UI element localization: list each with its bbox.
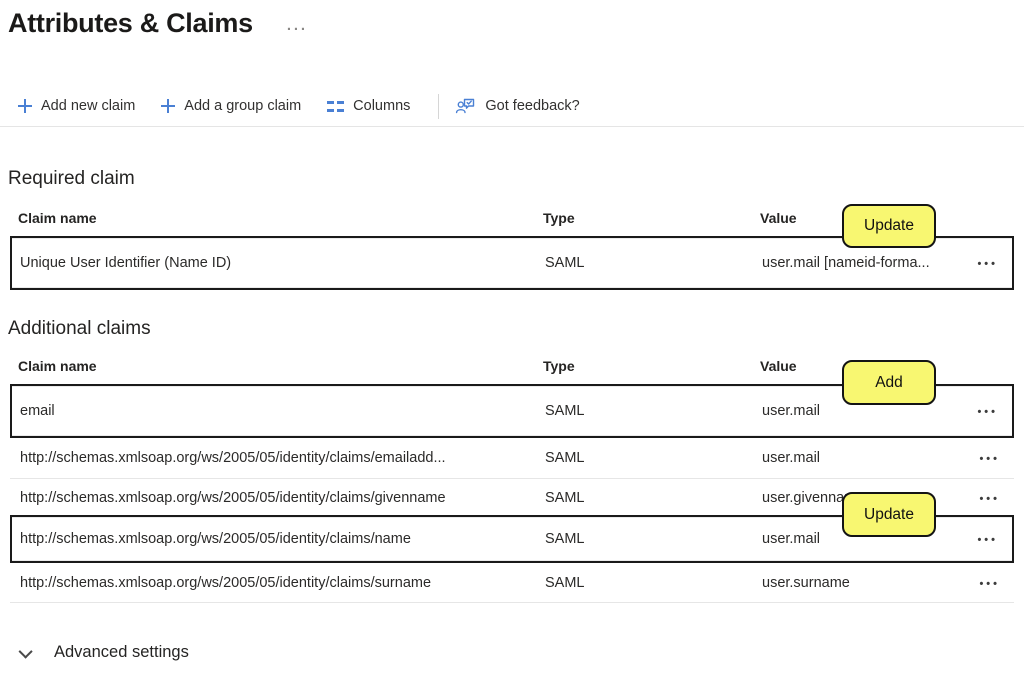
chevron-down-icon xyxy=(19,644,33,658)
claim-value-cell: user.mail [nameid-forma... xyxy=(762,255,956,271)
claim-name-cell: http://schemas.xmlsoap.org/ws/2005/05/id… xyxy=(20,490,545,506)
advanced-settings-label: Advanced settings xyxy=(54,643,189,662)
columns-button[interactable]: Columns xyxy=(327,98,410,114)
row-more-options-icon[interactable]: ••• xyxy=(977,406,998,418)
columns-icon xyxy=(327,101,344,112)
row-more-options-icon[interactable]: ••• xyxy=(979,453,1000,465)
got-feedback-button[interactable]: Got feedback? xyxy=(455,96,579,116)
claim-value-cell: user.mail xyxy=(762,450,958,466)
annotation-update-required-claim: Update xyxy=(842,204,936,248)
claim-type-cell: SAML xyxy=(545,490,762,506)
column-header-actions xyxy=(958,210,1014,236)
add-group-claim-label: Add a group claim xyxy=(184,98,301,114)
claim-name-cell: email xyxy=(20,403,545,419)
column-header-actions xyxy=(958,358,1014,384)
claim-value-cell: user.mail xyxy=(762,403,956,419)
claim-row-emailaddress[interactable]: http://schemas.xmlsoap.org/ws/2005/05/id… xyxy=(10,438,1014,479)
feedback-icon xyxy=(455,96,476,116)
add-group-claim-button[interactable]: Add a group claim xyxy=(161,98,301,114)
column-header-claim-name: Claim name xyxy=(18,210,543,236)
annotation-add-email-claim: Add xyxy=(842,360,936,405)
claim-type-cell: SAML xyxy=(545,575,762,591)
advanced-settings-toggle[interactable]: Advanced settings xyxy=(22,643,189,662)
claim-type-cell: SAML xyxy=(545,531,762,547)
claim-name-cell: http://schemas.xmlsoap.org/ws/2005/05/id… xyxy=(20,575,545,591)
attributes-claims-page: Attributes & Claims ··· Add new claim Ad… xyxy=(0,0,1024,673)
row-more-options-icon[interactable]: ••• xyxy=(977,534,998,546)
claim-name-cell: http://schemas.xmlsoap.org/ws/2005/05/id… xyxy=(20,531,545,547)
annotation-update-name-claim: Update xyxy=(842,492,936,537)
row-more-options-icon[interactable]: ••• xyxy=(979,493,1000,505)
claim-value-cell: user.surname xyxy=(762,575,958,591)
claim-type-cell: SAML xyxy=(545,450,762,466)
got-feedback-label: Got feedback? xyxy=(485,98,579,114)
claim-type-cell: SAML xyxy=(545,255,762,271)
claim-name-cell: Unique User Identifier (Name ID) xyxy=(20,255,545,271)
column-header-claim-name: Claim name xyxy=(18,358,543,384)
row-more-options-icon[interactable]: ••• xyxy=(977,258,998,270)
toolbar-divider xyxy=(438,94,439,119)
column-header-type: Type xyxy=(543,210,760,236)
plus-icon xyxy=(18,99,32,113)
command-bar: Add new claim Add a group claim Columns … xyxy=(0,86,1024,127)
page-title: Attributes & Claims xyxy=(8,8,253,39)
add-new-claim-button[interactable]: Add new claim xyxy=(18,98,135,114)
claim-name-cell: http://schemas.xmlsoap.org/ws/2005/05/id… xyxy=(20,450,545,466)
page-header: Attributes & Claims ··· xyxy=(0,0,1024,39)
plus-icon xyxy=(161,99,175,113)
required-claim-heading: Required claim xyxy=(8,168,135,190)
columns-label: Columns xyxy=(353,98,410,114)
column-header-type: Type xyxy=(543,358,760,384)
claim-type-cell: SAML xyxy=(545,403,762,419)
add-new-claim-label: Add new claim xyxy=(41,98,135,114)
claim-row-surname[interactable]: http://schemas.xmlsoap.org/ws/2005/05/id… xyxy=(10,563,1014,603)
row-more-options-icon[interactable]: ••• xyxy=(979,578,1000,590)
more-options-icon[interactable]: ··· xyxy=(287,22,308,37)
additional-claims-heading: Additional claims xyxy=(8,318,151,340)
